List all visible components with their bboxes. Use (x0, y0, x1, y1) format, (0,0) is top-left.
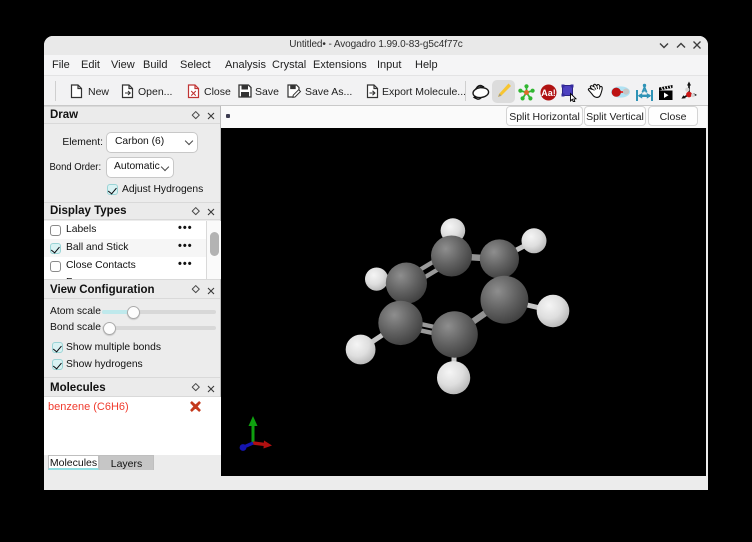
svg-text:Aa!: Aa! (541, 88, 556, 98)
